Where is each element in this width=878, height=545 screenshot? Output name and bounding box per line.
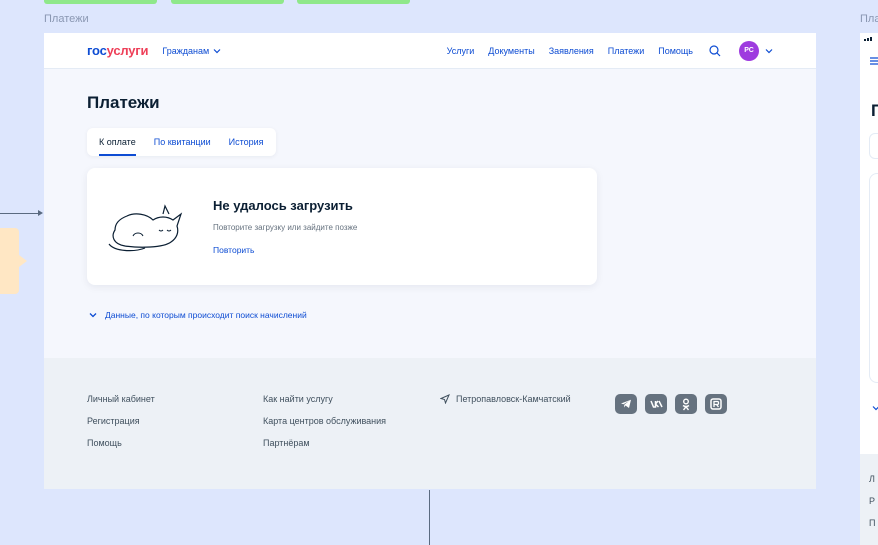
tab-history[interactable]: История (229, 128, 264, 156)
page-title: Платежи (87, 93, 160, 112)
top-chip (171, 0, 284, 4)
error-subtitle: Повторите загрузку или зайдите позже (213, 223, 358, 232)
logo-part2: услуги (106, 43, 149, 58)
footer-link-centers-map[interactable]: Карта центров обслуживания (263, 416, 386, 426)
frame-label: Платежи (44, 13, 89, 25)
social-links (615, 394, 727, 414)
payments-page-frame: госуслуги Гражданам Услуги Документы Зая… (44, 33, 816, 489)
tab-by-receipt[interactable]: По квитанции (154, 128, 211, 156)
footer-col-2: Как найти услугу Карта центров обслужива… (263, 394, 386, 448)
chevron-down-icon[interactable] (765, 48, 773, 54)
chevron-down-icon (213, 48, 221, 53)
nav-applications[interactable]: Заявления (549, 46, 594, 56)
top-chip (44, 0, 157, 4)
ok-icon[interactable] (675, 394, 697, 414)
rutube-icon[interactable] (705, 394, 727, 414)
search-data-toggle[interactable]: Данные, по которым происходит поиск начи… (89, 310, 307, 320)
nav-documents[interactable]: Документы (488, 46, 534, 56)
mobile-footer: Л Р П (860, 454, 878, 545)
sleeping-cat-illustration (108, 190, 183, 252)
annotation-note-tip (19, 255, 27, 267)
vk-icon[interactable] (645, 394, 667, 414)
site-footer: Личный кабинет Регистрация Помощь Как на… (44, 358, 816, 489)
mobile-error-card (869, 173, 878, 383)
signal-icon (864, 37, 872, 41)
mobile-footer-link[interactable]: П (869, 518, 875, 528)
top-chip (297, 0, 410, 4)
error-card: Не удалось загрузить Повторите загрузку … (87, 168, 597, 285)
gosuslugi-logo[interactable]: госуслуги (87, 43, 149, 58)
frame2-label: Платежи (860, 13, 878, 25)
footer-link-cabinet[interactable]: Личный кабинет (87, 394, 155, 404)
footer-col-1: Личный кабинет Регистрация Помощь (87, 394, 155, 448)
telegram-icon[interactable] (615, 394, 637, 414)
mobile-tabs (869, 133, 878, 159)
chevron-down-icon[interactable] (872, 405, 878, 411)
nav-payments[interactable]: Платежи (608, 46, 645, 56)
location-city: Петропавловск-Камчатский (456, 394, 571, 404)
footer-link-find-service[interactable]: Как найти услугу (263, 394, 386, 404)
mobile-frame: П Л Р П (860, 33, 878, 545)
mobile-page-title: П (871, 101, 878, 120)
connector-line (429, 490, 430, 545)
nav-help[interactable]: Помощь (658, 46, 693, 56)
mobile-footer-link[interactable]: Р (869, 496, 875, 506)
site-header: госуслуги Гражданам Услуги Документы Зая… (44, 33, 816, 69)
citizen-menu-label: Гражданам (162, 45, 210, 56)
mobile-footer-link[interactable]: Л (869, 474, 875, 484)
location-selector[interactable]: Петропавловск-Камчатский (440, 394, 571, 404)
user-avatar[interactable]: РС (739, 40, 759, 61)
footer-link-help[interactable]: Помощь (87, 438, 155, 448)
error-title: Не удалось загрузить (213, 198, 353, 213)
tab-to-pay[interactable]: К оплате (99, 128, 136, 156)
location-arrow-icon (440, 394, 450, 404)
main-nav: Услуги Документы Заявления Платежи Помощ… (447, 46, 693, 56)
footer-link-partners[interactable]: Партнёрам (263, 438, 386, 448)
annotation-note (0, 228, 19, 294)
payments-tabs: К оплате По квитанции История (87, 128, 276, 156)
connector-arrow-head (38, 210, 43, 216)
footer-link-registration[interactable]: Регистрация (87, 416, 155, 426)
search-data-label: Данные, по которым происходит поиск начи… (105, 310, 307, 320)
citizen-menu[interactable]: Гражданам (162, 46, 221, 56)
chevron-down-icon (89, 313, 97, 318)
logo-part1: гос (87, 43, 107, 58)
search-icon[interactable] (709, 44, 721, 57)
connector-arrow (0, 213, 40, 214)
menu-icon[interactable] (870, 57, 878, 65)
nav-services[interactable]: Услуги (447, 46, 475, 56)
retry-link[interactable]: Повторить (213, 245, 255, 255)
